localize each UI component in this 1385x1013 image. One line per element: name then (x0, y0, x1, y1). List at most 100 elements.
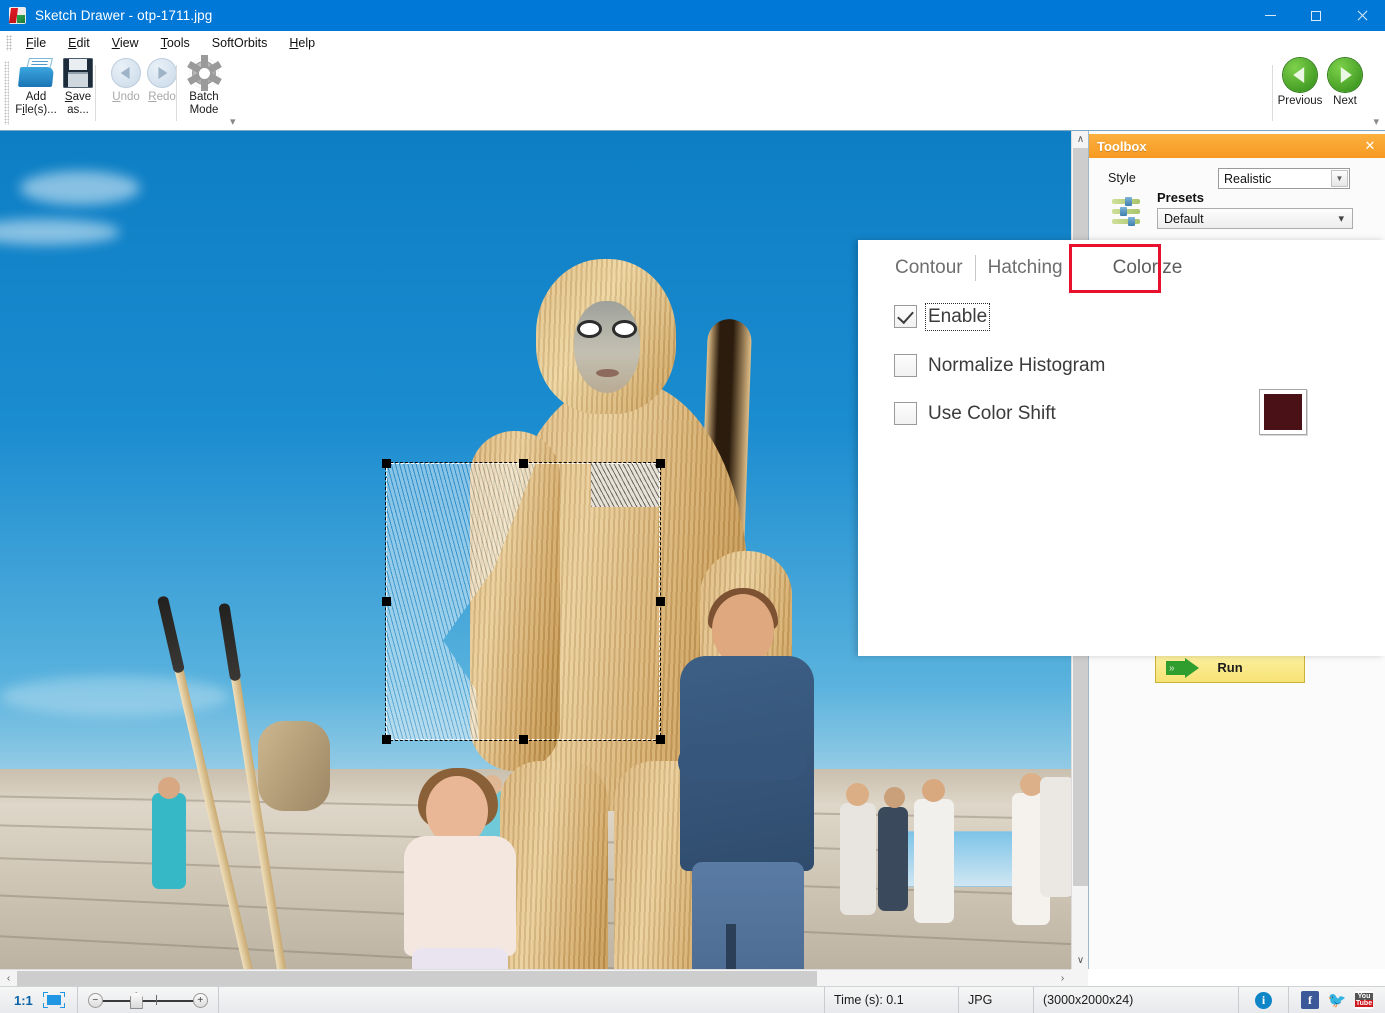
gorilla-mouth (596, 369, 619, 377)
title-bar: Sketch Drawer - otp-1711.jpg (0, 0, 1385, 31)
gorilla-fist (258, 721, 330, 811)
previous-button[interactable]: Previous (1275, 58, 1325, 108)
fit-to-screen-icon[interactable] (43, 992, 65, 1008)
zoom-in-button[interactable]: + (193, 993, 208, 1008)
scroll-left-button[interactable]: ‹ (0, 970, 17, 987)
normalize-histogram-checkbox-row[interactable]: Normalize Histogram (894, 354, 1105, 377)
selection-handle-sw[interactable] (382, 735, 391, 744)
youtube-icon[interactable]: You Tube (1355, 991, 1373, 1009)
menu-grip (6, 35, 12, 51)
normalize-histogram-checkbox[interactable] (894, 354, 917, 377)
menu-item-softorbits[interactable]: SoftOrbits (201, 33, 279, 53)
presets-label: Presets (1157, 190, 1204, 205)
enable-checkbox[interactable] (894, 305, 917, 328)
horizontal-scrollbar[interactable]: ‹ › (0, 969, 1071, 986)
selection-rectangle[interactable] (386, 463, 660, 740)
status-dimensions: (3000x2000x24) (1034, 987, 1239, 1013)
status-time: Time (s): 0.1 (824, 987, 959, 1013)
child (390, 776, 538, 969)
batch-mode-button[interactable]: BatchMode (176, 58, 232, 117)
run-label: Run (1217, 660, 1242, 675)
menu-item-help[interactable]: Help (278, 33, 326, 53)
style-value: Realistic (1224, 172, 1271, 186)
selection-handle-ne[interactable] (656, 459, 665, 468)
green-right-arrow-icon (1328, 58, 1362, 92)
color-swatch-fill (1264, 394, 1302, 430)
selection-handle-s[interactable] (519, 735, 528, 744)
info-button[interactable]: i (1239, 987, 1289, 1013)
redo-arrow-icon (147, 58, 177, 88)
toolbar-overflow-left[interactable]: ▾ (230, 115, 236, 128)
use-color-shift-checkbox-row[interactable]: Use Color Shift (894, 402, 1056, 425)
close-button[interactable] (1339, 0, 1385, 31)
next-button[interactable]: Next (1320, 58, 1370, 108)
menu-item-view[interactable]: View (101, 33, 150, 53)
close-icon (1356, 10, 1368, 22)
sliders-icon (1112, 199, 1140, 225)
zoom-slider-cell: − + (77, 987, 219, 1013)
style-dropdown[interactable]: Realistic ▼ (1218, 168, 1350, 189)
folder-add-icon (18, 58, 54, 88)
normalize-histogram-label: Normalize Histogram (928, 355, 1105, 377)
color-swatch[interactable] (1259, 389, 1307, 435)
colorize-tab-highlight (1069, 244, 1161, 293)
gorilla-eye-left (580, 323, 599, 335)
status-bar: 1:1 − + Time (s): 0.1 JPG (3000x2000x24)… (0, 986, 1385, 1013)
use-color-shift-checkbox[interactable] (894, 402, 917, 425)
toolbar-overflow-right[interactable]: ▾ (1373, 115, 1379, 128)
status-format: JPG (959, 987, 1034, 1013)
menu-item-tools[interactable]: Tools (150, 33, 201, 53)
maximize-icon (1311, 11, 1321, 21)
scrollbar-corner (1071, 969, 1088, 986)
app-icon (9, 7, 26, 24)
selection-handle-e[interactable] (656, 597, 665, 606)
toolbar: AddFile(s)... Saveas... Undo Redo BatchM… (0, 55, 1385, 131)
colorize-options-panel: Contour Hatching Colorize Enable Normali… (858, 240, 1385, 656)
maximize-button[interactable] (1293, 0, 1339, 31)
enable-checkbox-row[interactable]: Enable (894, 305, 987, 328)
menu-item-edit[interactable]: Edit (57, 33, 101, 53)
selection-handle-n[interactable] (519, 459, 528, 468)
scroll-up-button[interactable]: ∧ (1072, 131, 1089, 148)
twitter-icon[interactable]: 🐦 (1328, 991, 1346, 1009)
scroll-right-button[interactable]: › (1054, 970, 1071, 987)
zoom-out-button[interactable]: − (88, 993, 103, 1008)
toolbar-separator-3 (1272, 65, 1273, 121)
toolbox-header: Toolbox ✕ (1089, 134, 1385, 158)
chevron-down-icon[interactable]: ▼ (1331, 170, 1348, 187)
window-title: Sketch Drawer - otp-1711.jpg (35, 8, 212, 23)
presets-value: Default (1164, 212, 1204, 226)
floppy-disk-icon (63, 58, 93, 88)
toolbar-separator (95, 65, 96, 121)
minimize-button[interactable] (1247, 0, 1293, 31)
selection-handle-nw[interactable] (382, 459, 391, 468)
zoom-slider-thumb[interactable] (130, 992, 143, 1009)
presets-dropdown[interactable]: Default ▾ (1157, 208, 1353, 229)
info-icon: i (1255, 992, 1272, 1009)
scroll-down-button[interactable]: ∨ (1072, 952, 1089, 969)
green-left-arrow-icon (1283, 58, 1317, 92)
green-arrow-icon: » (1166, 658, 1200, 678)
menu-bar: File Edit View Tools SoftOrbits Help (0, 31, 1385, 55)
menu-item-file[interactable]: File (15, 33, 57, 53)
horizontal-scroll-thumb[interactable] (17, 971, 817, 986)
zoom-ratio: 1:1 (14, 993, 33, 1008)
cloud (20, 171, 140, 205)
gorilla-face (574, 301, 640, 393)
toolbox-close-icon[interactable]: ✕ (1362, 138, 1378, 154)
selection-handle-w[interactable] (382, 597, 391, 606)
social-links: f 🐦 You Tube (1289, 987, 1385, 1013)
cloud (0, 676, 230, 716)
toolbox-title: Toolbox (1097, 139, 1147, 154)
minimize-icon (1265, 15, 1276, 16)
selection-handle-se[interactable] (656, 735, 665, 744)
gorilla-eye-right (615, 323, 634, 335)
facebook-icon[interactable]: f (1301, 991, 1319, 1009)
tab-contour[interactable]: Contour (883, 253, 975, 283)
zoom-slider[interactable]: − + (88, 991, 208, 1009)
man (672, 594, 842, 969)
gear-icon (189, 58, 219, 88)
application-window: Sketch Drawer - otp-1711.jpg File Edit V… (0, 0, 1385, 1013)
tab-hatching[interactable]: Hatching (976, 253, 1075, 283)
chevron-down-icon[interactable]: ▾ (1338, 212, 1344, 225)
